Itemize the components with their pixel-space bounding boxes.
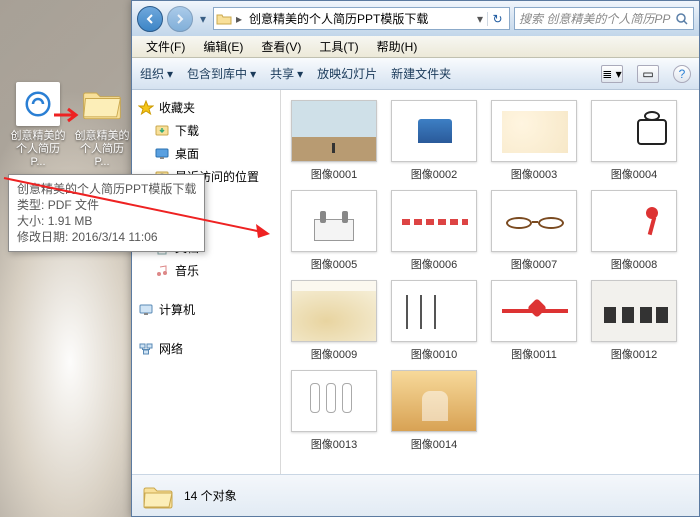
menu-tools[interactable]: 工具(T) [311, 36, 366, 57]
explorer-window: ▾ ▸ 创意精美的个人简历PPT模版下载 ▾ ↻ 搜索 创意精美的个人简历PPT… [131, 0, 700, 517]
chevron-down-icon: ▾ [297, 67, 303, 81]
preview-pane-button[interactable]: ▭ [637, 65, 659, 83]
music-icon [154, 263, 170, 279]
network-icon [138, 341, 154, 357]
toolbar-organize[interactable]: 组织 ▾ [140, 65, 173, 82]
file-tooltip: 创意精美的个人简历PPT模版下载 类型: PDF 文件 大小: 1.91 MB … [8, 174, 205, 252]
image-thumbnail[interactable]: 图像0002 [387, 100, 481, 182]
image-thumbnail[interactable]: 图像0007 [487, 190, 581, 272]
image-thumbnail[interactable]: 图像0013 [287, 370, 381, 452]
desktop-pdf-file[interactable]: 创意精美的个人简历P... [8, 82, 68, 170]
image-thumbnail[interactable]: 图像0003 [487, 100, 581, 182]
search-placeholder: 搜索 创意精美的个人简历PPT模版下载 [519, 10, 671, 27]
image-thumbnail[interactable]: 图像0005 [287, 190, 381, 272]
titlebar: ▾ ▸ 创意精美的个人简历PPT模版下载 ▾ ↻ 搜索 创意精美的个人简历PPT… [132, 1, 699, 36]
sidebar-network[interactable]: 网络 [136, 337, 276, 360]
search-icon [675, 12, 689, 26]
sidebar-music[interactable]: 音乐 [136, 259, 276, 282]
breadcrumb-current[interactable]: 创意精美的个人简历PPT模版下载 [246, 10, 431, 27]
downloads-icon [154, 123, 170, 139]
toolbar-share[interactable]: 共享 ▾ [270, 65, 303, 82]
sidebar-downloads[interactable]: 下载 [136, 119, 276, 142]
desktop-folder[interactable]: 创意精美的个人简历P... [72, 82, 132, 170]
breadcrumb-dropdown-icon[interactable]: ▾ [477, 12, 483, 26]
image-thumbnail[interactable]: 图像0014 [387, 370, 481, 452]
desktop-pdf-label: 创意精美的个人简历P... [8, 129, 68, 170]
toolbar: 组织 ▾ 包含到库中 ▾ 共享 ▾ 放映幻灯片 新建文件夹 ≣ ▾ ▭ ? [132, 58, 699, 90]
menu-view[interactable]: 查看(V) [253, 36, 309, 57]
file-list-pane[interactable]: 图像0001 图像0002 图像0003 图像0004 图像0005 图像000… [281, 90, 699, 474]
chevron-down-icon: ▾ [250, 67, 256, 81]
menu-bar: 文件(F) 编辑(E) 查看(V) 工具(T) 帮助(H) [132, 36, 699, 58]
sidebar-computer[interactable]: 计算机 [136, 298, 276, 321]
image-thumbnail[interactable]: 图像0001 [287, 100, 381, 182]
toolbar-slideshow[interactable]: 放映幻灯片 [317, 65, 377, 82]
search-box[interactable]: 搜索 创意精美的个人简历PPT模版下载 [514, 7, 694, 30]
sidebar-desktop[interactable]: 桌面 [136, 142, 276, 165]
breadcrumb-sep-icon: ▸ [236, 12, 242, 26]
folder-icon [80, 82, 124, 126]
computer-icon [138, 302, 154, 318]
navigation-pane: 收藏夹 下载 桌面 最近访问的位置 文档 [132, 90, 281, 474]
refresh-button[interactable]: ↻ [487, 12, 507, 26]
desktop-icon [154, 146, 170, 162]
star-icon [138, 100, 154, 116]
image-thumbnail[interactable]: 图像0004 [587, 100, 681, 182]
status-bar: 14 个对象 [132, 474, 699, 516]
image-thumbnail[interactable]: 图像0009 [287, 280, 381, 362]
status-folder-icon [142, 482, 174, 510]
chevron-down-icon: ▾ [167, 67, 173, 81]
tooltip-title: 创意精美的个人简历PPT模版下载 [17, 181, 196, 197]
status-text: 14 个对象 [184, 487, 237, 504]
toolbar-include-in-library[interactable]: 包含到库中 ▾ [187, 65, 256, 82]
nav-forward-button[interactable] [167, 6, 193, 32]
image-thumbnail[interactable]: 图像0012 [587, 280, 681, 362]
breadcrumb-folder-icon [216, 11, 232, 27]
nav-back-button[interactable] [137, 6, 163, 32]
nav-history-dropdown[interactable]: ▾ [197, 9, 209, 29]
image-thumbnail[interactable]: 图像0008 [587, 190, 681, 272]
image-thumbnail[interactable]: 图像0011 [487, 280, 581, 362]
view-mode-button[interactable]: ≣ ▾ [601, 65, 623, 83]
address-bar[interactable]: ▸ 创意精美的个人简历PPT模版下载 ▾ ↻ [213, 7, 510, 30]
image-thumbnail[interactable]: 图像0010 [387, 280, 481, 362]
desktop-folder-label: 创意精美的个人简历P... [72, 129, 132, 170]
toolbar-new-folder[interactable]: 新建文件夹 [391, 65, 451, 82]
menu-edit[interactable]: 编辑(E) [195, 36, 251, 57]
menu-file[interactable]: 文件(F) [138, 36, 193, 57]
help-button[interactable]: ? [673, 65, 691, 83]
menu-help[interactable]: 帮助(H) [369, 36, 426, 57]
image-thumbnail[interactable]: 图像0006 [387, 190, 481, 272]
sidebar-favorites[interactable]: 收藏夹 [136, 96, 276, 119]
